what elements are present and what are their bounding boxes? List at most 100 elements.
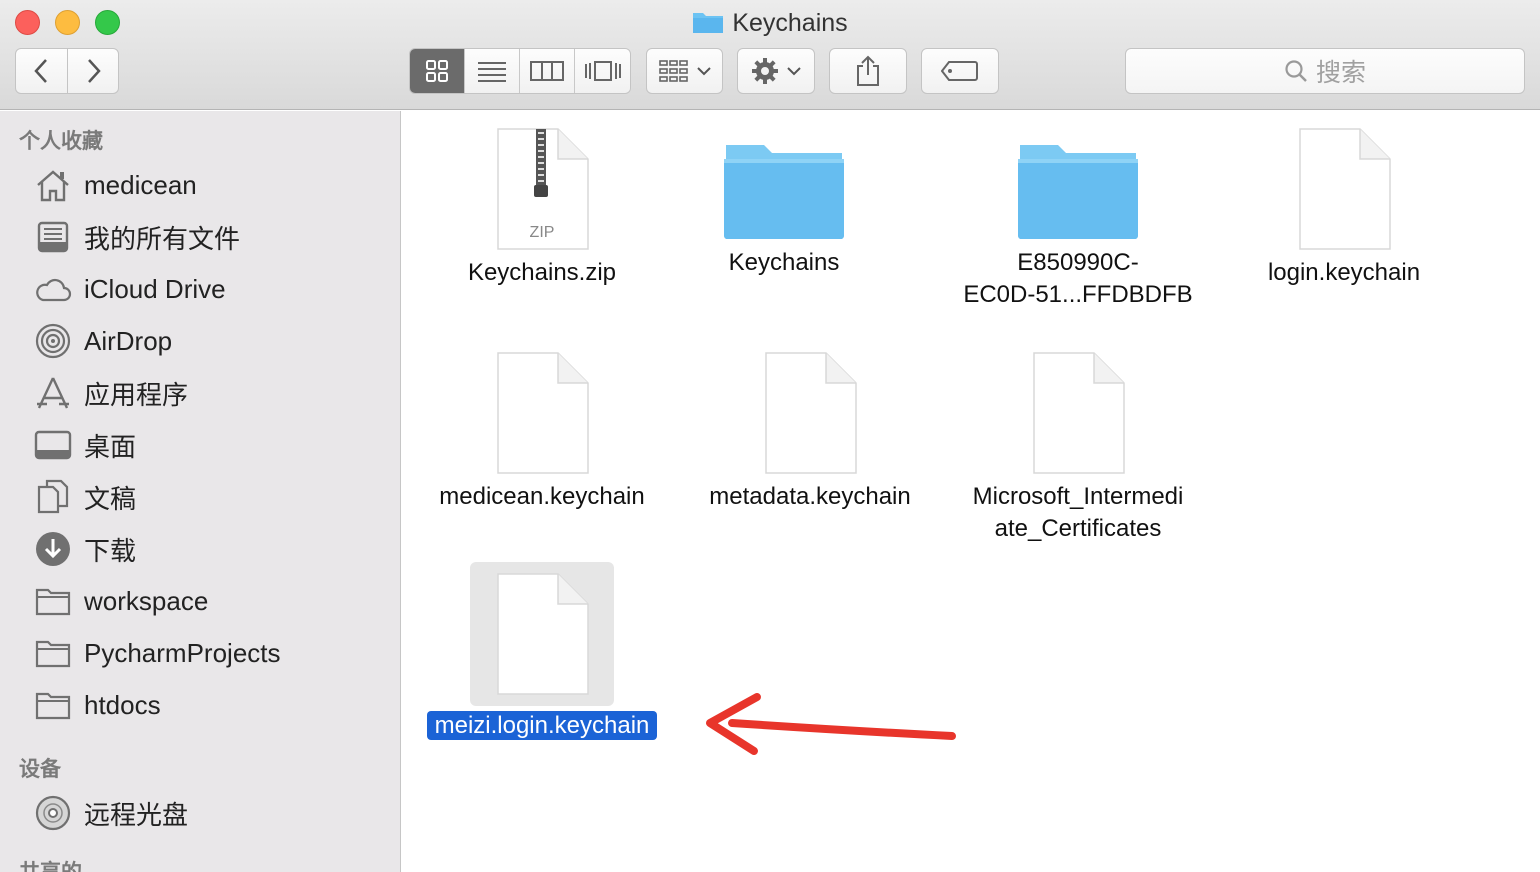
sidebar-item-label: iCloud Drive (84, 273, 226, 304)
zip-label: ZIP (530, 224, 555, 241)
sidebar-item-label: 桌面 (84, 431, 137, 462)
arrange-button[interactable] (646, 48, 723, 94)
file-item[interactable]: medicean.keychain (412, 351, 672, 513)
folder-icon (724, 145, 844, 239)
list-view-button[interactable] (465, 49, 520, 93)
tag-icon (941, 61, 978, 81)
tags-button[interactable] (921, 48, 999, 94)
file-name-selected: meizi.login.keychain (426, 711, 658, 740)
file-name: Keychains.zip (467, 259, 617, 286)
sidebar-item-pycharmprojects[interactable]: PycharmProjects (33, 631, 281, 675)
file-name: E850990C- EC0D-51...FFDBDFB (948, 247, 1208, 311)
file-name: medicean.keychain (439, 483, 645, 510)
file-item[interactable]: login.keychain (1214, 127, 1474, 289)
search-field[interactable]: 搜索 (1125, 48, 1525, 94)
zip-file-icon: ZIP (497, 128, 589, 250)
document-icon (1033, 352, 1125, 474)
downloads-icon (33, 529, 73, 569)
document-icon (765, 352, 857, 474)
sidebar-item-label: 下载 (84, 535, 137, 566)
gear-icon (752, 58, 778, 84)
document-icon (497, 352, 589, 474)
sidebar-item-medicean[interactable]: medicean (33, 163, 197, 207)
sidebar-item-label: htdocs (84, 689, 161, 720)
column-view-button[interactable] (520, 49, 575, 93)
documents-icon (33, 477, 73, 517)
window-toolbar: Keychains 搜索 (0, 0, 1540, 110)
selected-file-item[interactable]: meizi.login.keychain (412, 562, 672, 742)
sidebar-item-label: workspace (84, 585, 209, 616)
arrange-grid-icon (658, 60, 688, 82)
search-placeholder: 搜索 (1315, 59, 1366, 87)
sidebar-item-label: AirDrop (84, 325, 173, 356)
file-name-line-2: ate_Certificates (994, 515, 1162, 542)
document-icon (497, 573, 589, 695)
search-icon (1285, 60, 1307, 82)
favorites-section-title: 个人收藏 (19, 130, 103, 153)
sidebar-item-documents[interactable]: 文稿 (33, 475, 136, 519)
sidebar-item-all-files[interactable]: 我的所有文件 (33, 215, 240, 259)
sidebar-item-label: 文稿 (84, 483, 137, 514)
desktop-icon (33, 425, 73, 465)
folder-icon (693, 13, 724, 33)
gallery-view-button[interactable] (575, 49, 630, 93)
file-name-line-1: Microsoft_Intermedi (972, 483, 1184, 510)
file-item[interactable]: metadata.keychain (680, 351, 940, 513)
file-name-line-1: E850990C- (1017, 249, 1139, 276)
sidebar-item-remote-disc[interactable]: 远程光盘 (33, 791, 188, 835)
folder-icon (33, 633, 73, 673)
action-menu-button[interactable] (737, 48, 815, 94)
back-button[interactable] (15, 48, 68, 94)
file-name: metadata.keychain (709, 483, 911, 510)
sidebar-item-htdocs[interactable]: htdocs (33, 683, 161, 727)
file-browser: ZIP Keychains.zip Keychains E850990C- EC… (402, 111, 1540, 872)
all-files-icon (33, 217, 73, 257)
selection-highlight (470, 562, 614, 706)
chevron-right-icon (88, 59, 101, 83)
sidebar-item-label: 应用程序 (84, 379, 189, 410)
disc-icon (33, 793, 73, 833)
folder-icon (1018, 145, 1138, 239)
sidebar: 个人收藏 medicean 我的所有文件 iCloud Drive AirDro… (0, 111, 401, 872)
sidebar-item-workspace[interactable]: workspace (33, 579, 208, 623)
document-icon (1299, 128, 1391, 250)
sidebar-item-airdrop[interactable]: AirDrop (33, 319, 172, 363)
window-title: Keychains (0, 6, 1540, 40)
shared-section-title: 共享的 (19, 856, 82, 872)
grid-icon (426, 60, 448, 82)
forward-button[interactable] (67, 48, 119, 94)
file-name: Keychains (728, 249, 840, 276)
file-name: login.keychain (1267, 259, 1421, 286)
coverflow-icon (584, 61, 621, 81)
file-name: meizi.login.keychain (412, 710, 672, 742)
chevron-down-icon (787, 67, 801, 76)
airdrop-icon (33, 321, 73, 361)
sidebar-item-label: PycharmProjects (84, 637, 281, 668)
sidebar-item-label: 远程光盘 (84, 799, 189, 830)
window-title-text: Keychains (732, 9, 848, 37)
folder-item[interactable]: E850990C- EC0D-51...FFDBDFB (948, 141, 1208, 311)
file-name: Microsoft_Intermedi ate_Certificates (948, 481, 1208, 545)
columns-icon (530, 61, 564, 81)
file-item[interactable]: Microsoft_Intermedi ate_Certificates (948, 351, 1208, 545)
devices-section-title: 设备 (19, 758, 61, 781)
sidebar-item-applications[interactable]: 应用程序 (33, 371, 188, 415)
file-name-line-2: EC0D-51...FFDBDFB (963, 281, 1193, 308)
cloud-icon (33, 269, 73, 309)
sidebar-item-desktop[interactable]: 桌面 (33, 423, 136, 467)
icon-view-button[interactable] (410, 49, 465, 93)
sidebar-item-icloud-drive[interactable]: iCloud Drive (33, 267, 226, 311)
applications-icon (33, 373, 73, 413)
view-mode-control (409, 48, 631, 94)
folder-icon (33, 685, 73, 725)
folder-icon (33, 581, 73, 621)
sidebar-item-downloads[interactable]: 下载 (33, 527, 136, 571)
share-button[interactable] (829, 48, 907, 94)
sidebar-item-label: medicean (84, 169, 197, 200)
file-item[interactable]: ZIP Keychains.zip (412, 127, 672, 289)
home-icon (33, 165, 73, 205)
chevron-left-icon (33, 59, 47, 83)
share-icon (857, 55, 879, 86)
folder-item[interactable]: Keychains (654, 141, 914, 279)
list-icon (478, 62, 506, 82)
